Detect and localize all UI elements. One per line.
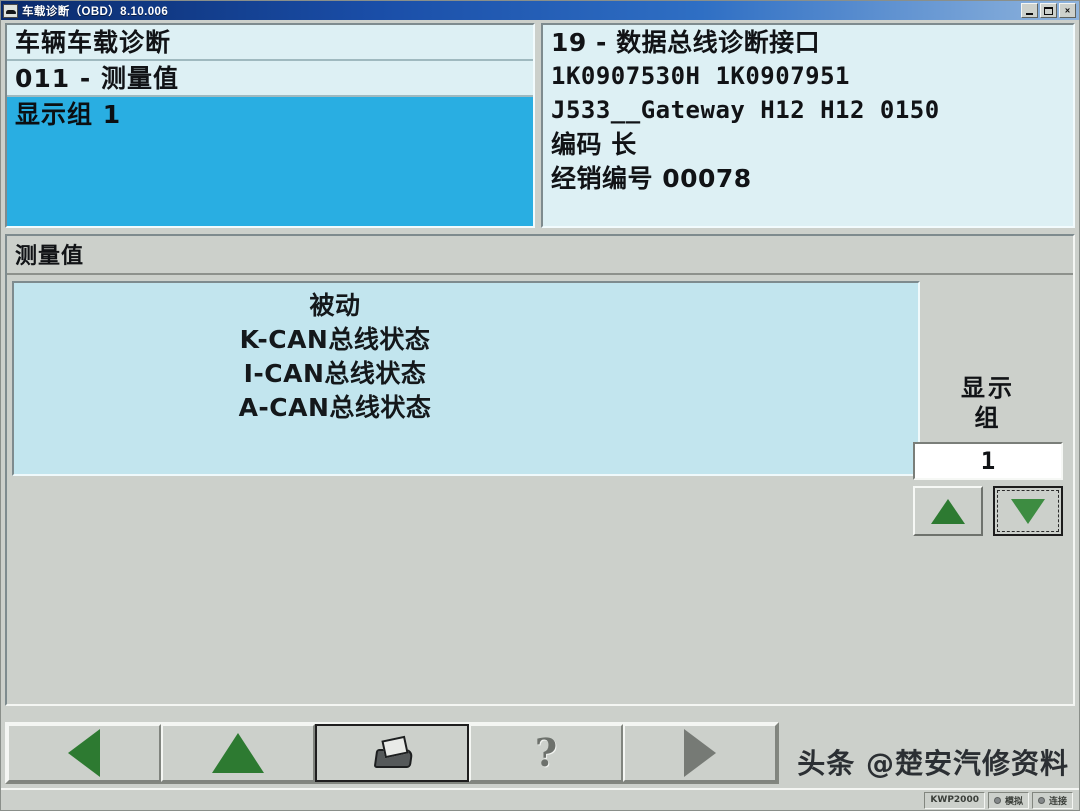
bottom-toolbar: ? xyxy=(5,722,779,784)
coding-line: 编码 长 xyxy=(551,130,637,159)
status-mode-label: 模拟 xyxy=(1004,796,1023,807)
display-group-label-line1: 显示 xyxy=(961,374,1015,402)
part-numbers-line: 1K0907530H 1K0907951 xyxy=(551,62,850,90)
control-unit-info-panel: 19 - 数据总线诊断接口 1K0907530H 1K0907951 J533_… xyxy=(541,23,1075,228)
forward-button[interactable] xyxy=(623,724,777,782)
status-connection-label: 连接 xyxy=(1048,796,1067,807)
measured-value-item: A-CAN总线状态 xyxy=(238,393,432,422)
title-bar: 车载诊断（OBD）8.10.006 × xyxy=(1,1,1079,20)
display-group-label-line2: 组 xyxy=(974,404,1002,432)
display-group-value-field[interactable]: 1 xyxy=(913,442,1063,480)
up-button[interactable] xyxy=(161,724,315,782)
display-group-buttons xyxy=(913,486,1063,536)
diagnostic-application-window: 车载诊断（OBD）8.10.006 × 车辆车载诊断 011 - 测量值 显示组… xyxy=(0,0,1080,811)
display-group-down-button[interactable] xyxy=(993,486,1063,536)
measured-values-section: 测量值 被动 K-CAN总线状态 I-CAN总线状态 A-CAN总线状态 显示 … xyxy=(5,234,1075,706)
watermark-text: 头条 @楚安汽修资料 xyxy=(797,747,1069,780)
measured-values-title: 测量值 xyxy=(7,236,1073,275)
function-code-line: 011 - 测量值 xyxy=(7,61,533,97)
up-triangle-icon xyxy=(212,733,264,773)
printer-icon xyxy=(372,737,412,769)
status-protocol-label: KWP2000 xyxy=(930,795,979,805)
display-group-up-button[interactable] xyxy=(913,486,983,536)
display-group-stepper: 显示 组 1 xyxy=(913,373,1063,536)
up-triangle-icon xyxy=(931,498,965,524)
right-triangle-icon xyxy=(684,729,716,777)
display-group-selected-row[interactable]: 显示组 1 xyxy=(7,97,533,226)
header-panels: 车辆车载诊断 011 - 测量值 显示组 1 19 - 数据总线诊断接口 1K0… xyxy=(1,20,1079,228)
vehicle-info-panel: 车辆车载诊断 011 - 测量值 显示组 1 xyxy=(5,23,535,228)
down-triangle-icon xyxy=(1011,498,1045,524)
gateway-version-line: J533__Gateway H12 H12 0150 xyxy=(551,96,940,124)
left-triangle-icon xyxy=(68,729,100,777)
back-button[interactable] xyxy=(7,724,161,782)
status-indicator-icon xyxy=(993,796,1001,804)
measured-values-box: 被动 K-CAN总线状态 I-CAN总线状态 A-CAN总线状态 xyxy=(12,281,920,476)
dealer-number-line: 经销编号 00078 xyxy=(551,164,752,193)
help-button[interactable]: ? xyxy=(469,724,623,782)
print-button[interactable] xyxy=(315,724,469,782)
status-protocol-cell: KWP2000 xyxy=(924,791,985,809)
maximize-button[interactable] xyxy=(1040,3,1057,18)
measured-value-item: 被动 xyxy=(309,291,361,320)
window-title: 车载诊断（OBD）8.10.006 xyxy=(22,5,169,18)
vehicle-diagnosis-title: 车辆车载诊断 xyxy=(7,25,533,61)
close-button[interactable]: × xyxy=(1059,3,1076,18)
measured-values-body: 被动 K-CAN总线状态 I-CAN总线状态 A-CAN总线状态 显示 组 1 xyxy=(7,275,1073,702)
status-bar: KWP2000 模拟 连接 xyxy=(1,788,1079,810)
status-mode-cell: 模拟 xyxy=(987,791,1029,809)
status-indicator-icon xyxy=(1037,796,1045,804)
status-connection-cell: 连接 xyxy=(1031,791,1073,809)
measured-value-item: I-CAN总线状态 xyxy=(243,359,427,388)
question-mark-icon: ? xyxy=(534,730,558,775)
minimize-button[interactable] xyxy=(1021,3,1038,18)
measured-value-item: K-CAN总线状态 xyxy=(239,325,431,354)
car-icon xyxy=(3,3,18,18)
control-unit-title: 19 - 数据总线诊断接口 xyxy=(551,28,821,57)
window-controls: × xyxy=(1021,3,1076,18)
